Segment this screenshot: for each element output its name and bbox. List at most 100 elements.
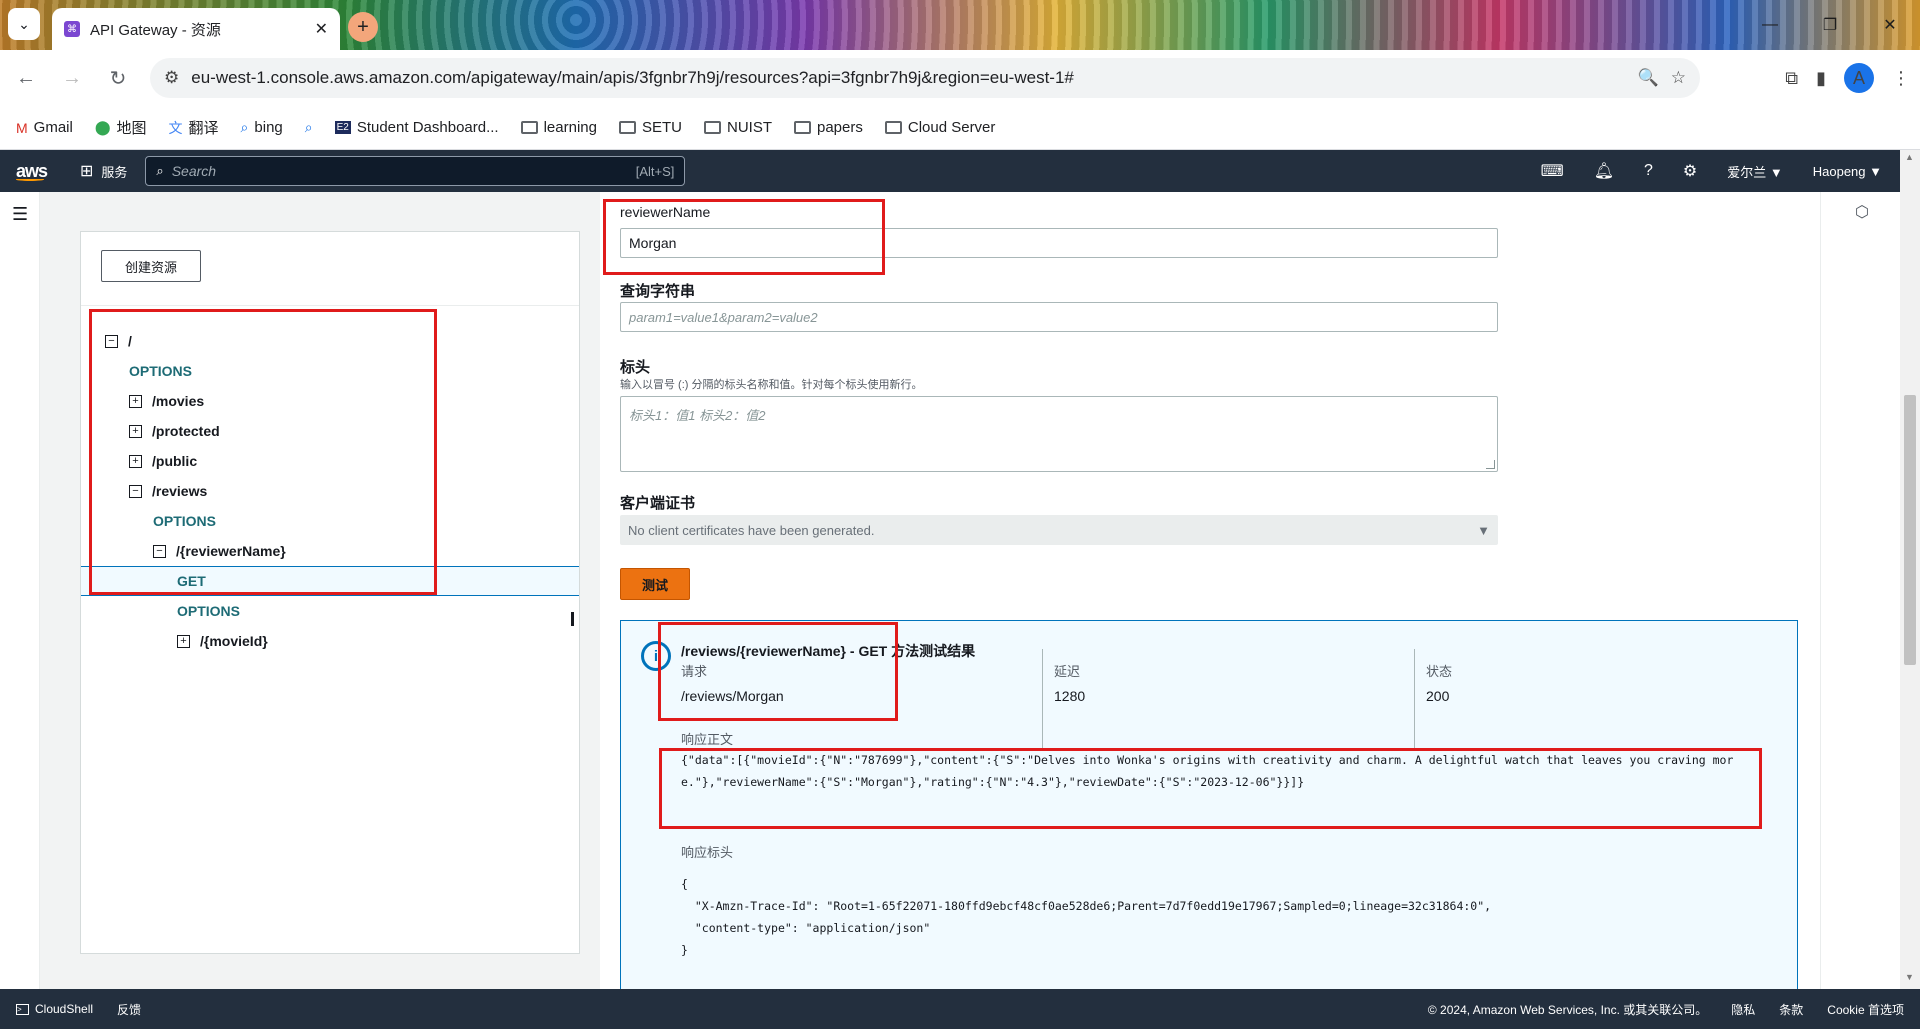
latency-value: 1280 — [1054, 688, 1086, 704]
feedback-link[interactable]: 反馈 — [117, 1001, 141, 1018]
scroll-up-icon[interactable]: ▲ — [1905, 152, 1914, 162]
notifications-bell-icon[interactable]: 🔔︎ — [1594, 161, 1614, 181]
panel-resize-handle[interactable] — [571, 612, 574, 626]
scroll-down-icon[interactable]: ▼ — [1905, 972, 1914, 982]
reviewer-name-input[interactable]: Morgan — [620, 228, 1498, 258]
tab-search-button[interactable]: ⌄ — [8, 8, 40, 40]
request-path: /reviews/Morgan — [681, 688, 784, 704]
folder-icon — [520, 121, 538, 134]
tree-method-options[interactable]: OPTIONS — [177, 596, 240, 626]
cookie-preferences-link[interactable]: Cookie 首选项 — [1827, 1001, 1904, 1018]
close-window-icon[interactable]: ✕ — [1860, 0, 1920, 50]
response-headers-label: 响应标头 — [681, 845, 734, 860]
bookmark-folder-setu[interactable]: SETU — [618, 119, 682, 136]
tab-title: API Gateway - 资源 — [90, 21, 221, 39]
expand-icon[interactable]: + — [129, 454, 142, 468]
header-actions: ⌨ 🔔︎ ? ⚙ 爱尔兰 ▼ Haopeng ▼ — [1541, 150, 1882, 192]
close-icon[interactable]: ✕ — [315, 19, 328, 39]
profile-avatar[interactable]: A — [1844, 63, 1874, 93]
bookmark-translate[interactable]: 文翻译 — [169, 117, 219, 138]
settings-gear-icon[interactable]: ⚙ — [1683, 161, 1697, 181]
folder-icon — [884, 121, 902, 134]
tree-node-movies[interactable]: + /movies — [129, 386, 204, 416]
folder-icon — [703, 121, 721, 134]
tree-method-options[interactable]: OPTIONS — [153, 506, 216, 536]
account-menu[interactable]: Haopeng ▼ — [1813, 164, 1882, 179]
bookmark-maps[interactable]: ⬤ 地图 — [95, 117, 147, 138]
tree-method-options[interactable]: OPTIONS — [129, 356, 192, 386]
region-selector[interactable]: 爱尔兰 ▼ — [1727, 162, 1782, 181]
reload-icon[interactable]: ↻ — [98, 58, 138, 98]
collapse-icon[interactable]: − — [105, 334, 118, 348]
scrollbar-thumb[interactable] — [1904, 395, 1916, 665]
expand-icon[interactable]: + — [177, 634, 190, 648]
client-cert-label: 客户端证书 — [620, 495, 696, 512]
tree-node-root[interactable]: − / — [105, 326, 132, 356]
e2-icon: E2 — [334, 121, 351, 134]
folder-icon — [793, 121, 811, 134]
test-button[interactable]: 测试 — [620, 568, 690, 600]
column-divider — [1042, 649, 1043, 749]
client-cert-select[interactable]: No client certificates have been generat… — [620, 515, 1498, 545]
cloudshell-icon[interactable]: ⌨ — [1541, 161, 1564, 181]
bookmark-gmail[interactable]: M Gmail — [16, 119, 73, 136]
folder-icon — [618, 121, 636, 134]
bookmark-bing[interactable]: ⌕ bing — [241, 119, 283, 136]
collapse-icon[interactable]: − — [129, 484, 142, 498]
tree-method-get-selected[interactable]: GET — [81, 566, 579, 596]
restore-icon[interactable]: ❐ — [1800, 0, 1860, 50]
page-scrollbar[interactable]: ▲ ▼ — [1900, 150, 1920, 989]
side-panel-icon[interactable]: ▮ — [1816, 68, 1826, 89]
privacy-link[interactable]: 隐私 — [1731, 1001, 1755, 1018]
bookmark-star-icon[interactable]: ☆ — [1671, 68, 1686, 88]
tree-node-protected[interactable]: + /protected — [129, 416, 220, 446]
bookmark-search[interactable]: ⌕ — [305, 119, 313, 136]
status-value: 200 — [1426, 688, 1450, 704]
minimize-icon[interactable]: — — [1740, 0, 1800, 50]
tools-info-icon[interactable]: ⬡ — [1855, 202, 1869, 222]
browser-tab-active[interactable]: ⌘ API Gateway - 资源 ✕ — [52, 8, 340, 50]
tree-node-reviews[interactable]: − /reviews — [129, 476, 207, 506]
latency-column: 延迟 1280 — [1054, 664, 1086, 704]
new-tab-button[interactable]: + — [348, 12, 378, 42]
site-info-icon[interactable]: ⚙ — [164, 68, 179, 88]
services-menu[interactable]: ⊞ 服务 — [80, 161, 127, 181]
expand-icon[interactable]: + — [129, 394, 142, 408]
method-test-panel: reviewerName Morgan 查询字符串 param1=value1&… — [600, 192, 1820, 989]
address-bar[interactable]: ⚙ eu-west-1.console.aws.amazon.com/apiga… — [150, 58, 1700, 98]
extensions-icon[interactable]: ⧉ — [1785, 68, 1798, 89]
terms-link[interactable]: 条款 — [1779, 1001, 1803, 1018]
headers-label: 标头 — [620, 359, 651, 376]
bookmark-folder-papers[interactable]: papers — [793, 119, 863, 136]
forward-arrow-icon[interactable]: → — [52, 58, 92, 98]
help-icon[interactable]: ? — [1644, 162, 1653, 180]
tree-node-public[interactable]: + /public — [129, 446, 197, 476]
resource-tree-panel: 创建资源 − / OPTIONS + /movies + /protected … — [80, 231, 580, 954]
bookmark-folder-cloud-server[interactable]: Cloud Server — [884, 119, 995, 136]
menu-hamburger-icon[interactable]: ☰ — [12, 204, 28, 225]
cloudshell-link[interactable]: > CloudShell — [16, 1002, 93, 1016]
create-resource-button[interactable]: 创建资源 — [101, 250, 201, 282]
query-string-input[interactable]: param1=value1&param2=value2 — [620, 302, 1498, 332]
bookmark-student-dashboard[interactable]: E2 Student Dashboard... — [334, 119, 499, 136]
back-arrow-icon[interactable]: ← — [6, 58, 46, 98]
status-column: 状态 200 — [1426, 664, 1453, 704]
search-icon: ⌕ — [156, 163, 164, 178]
tree-node-reviewer-name[interactable]: − /{reviewerName} — [153, 536, 286, 566]
request-column: 请求 /reviews/Morgan — [681, 664, 784, 704]
window-controls: — ❐ ✕ — [1740, 0, 1920, 50]
headers-textarea[interactable]: 标头1：值1 标头2：值2 — [620, 396, 1498, 472]
aws-logo[interactable]: aws — [16, 161, 56, 181]
bookmark-folder-nuist[interactable]: NUIST — [703, 119, 772, 136]
toolbar-actions: ⧉ ▮ A ⋮ — [1785, 58, 1910, 98]
bookmark-folder-learning[interactable]: learning — [520, 119, 597, 136]
tree-node-movie-id[interactable]: + /{movieId} — [177, 626, 268, 656]
url-text[interactable]: eu-west-1.console.aws.amazon.com/apigate… — [191, 68, 1625, 88]
collapse-icon[interactable]: − — [153, 544, 166, 558]
tools-panel-strip: ⬡ — [1820, 192, 1900, 989]
console-search-input[interactable]: ⌕ Search [Alt+S] — [145, 156, 686, 186]
expand-icon[interactable]: + — [129, 424, 142, 438]
grid-icon: ⊞ — [80, 163, 94, 180]
more-menu-icon[interactable]: ⋮ — [1892, 68, 1910, 89]
zoom-icon[interactable]: 🔍 — [1638, 68, 1659, 88]
